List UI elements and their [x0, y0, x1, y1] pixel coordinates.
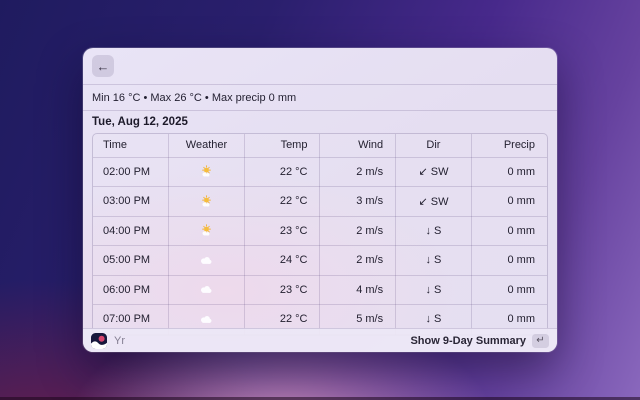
precip-cell: 0 mm: [471, 246, 547, 276]
app-name: Yr: [114, 335, 125, 347]
table-row: 03:00 PM: [93, 187, 547, 217]
date-section-header: Tue, Aug 12, 2025: [83, 111, 557, 133]
wind-cell: 3 m/s: [320, 187, 396, 217]
header-temp: Temp: [244, 134, 320, 157]
time-cell: 05:00 PM: [93, 246, 169, 276]
header-precip: Precip: [471, 134, 547, 157]
header-wind: Wind: [320, 134, 396, 157]
table-row: 04:00 PM: [93, 216, 547, 246]
wind-cell: 2 m/s: [320, 216, 396, 246]
temp-cell: 22 °C: [244, 187, 320, 217]
table-row: 02:00 PM: [93, 157, 547, 187]
dir-cell: ↓ S: [396, 246, 472, 276]
nav-bar: ←: [83, 48, 557, 84]
temp-cell: 22 °C: [244, 157, 320, 187]
wind-cell: 2 m/s: [320, 157, 396, 187]
precip-cell: 0 mm: [471, 187, 547, 217]
app-identity: Yr: [91, 333, 125, 349]
header-weather: Weather: [169, 134, 245, 157]
weather-cell: [169, 216, 245, 246]
show-9-day-summary-button[interactable]: Show 9-Day Summary ↵: [410, 334, 549, 348]
summary-bar: Min 16 °C • Max 26 °C • Max precip 0 mm: [83, 85, 557, 110]
table-row: 06:00 PM 23 °C 4 m/s ↓ S 0 mm: [93, 275, 547, 305]
header-dir: Dir: [396, 134, 472, 157]
action-label: Show 9-Day Summary: [410, 335, 526, 347]
time-cell: 03:00 PM: [93, 187, 169, 217]
weather-cell: [169, 187, 245, 217]
temp-cell: 23 °C: [244, 275, 320, 305]
precip-cell: 0 mm: [471, 275, 547, 305]
cloud-icon: [199, 315, 213, 324]
time-cell: 02:00 PM: [93, 157, 169, 187]
sun-behind-cloud-icon: [199, 165, 214, 178]
date-text: Tue, Aug 12, 2025: [92, 116, 188, 128]
table-header-row: Time Weather Temp Wind Dir Precip: [93, 134, 547, 157]
hourly-forecast-table: Time Weather Temp Wind Dir Precip 02:00 …: [92, 133, 548, 336]
table-row: 05:00 PM 24 °C 2 m/s ↓ S 0 mm: [93, 246, 547, 276]
time-cell: 06:00 PM: [93, 275, 169, 305]
dir-cell: ↙ SW: [396, 157, 472, 187]
weather-cell: [169, 246, 245, 276]
cloud-icon: [199, 285, 213, 294]
action-bar: Yr Show 9-Day Summary ↵: [83, 328, 557, 352]
return-key-icon: ↵: [532, 334, 549, 348]
weather-forecast-window: ← Min 16 °C • Max 26 °C • Max precip 0 m…: [83, 48, 557, 352]
sun-behind-cloud-icon: [199, 195, 214, 208]
time-cell: 04:00 PM: [93, 216, 169, 246]
precip-cell: 0 mm: [471, 216, 547, 246]
summary-text: Min 16 °C • Max 26 °C • Max precip 0 mm: [92, 92, 296, 104]
precip-cell: 0 mm: [471, 157, 547, 187]
dir-cell: ↓ S: [396, 275, 472, 305]
dir-cell: ↓ S: [396, 216, 472, 246]
yr-logo-icon: [91, 333, 107, 349]
cloud-icon: [199, 256, 213, 265]
sun-behind-cloud-icon: [199, 224, 214, 237]
temp-cell: 23 °C: [244, 216, 320, 246]
weather-cell: [169, 157, 245, 187]
weather-cell: [169, 275, 245, 305]
wind-cell: 2 m/s: [320, 246, 396, 276]
dir-cell: ↙ SW: [396, 187, 472, 217]
back-arrow-icon: ←: [97, 59, 110, 74]
temp-cell: 24 °C: [244, 246, 320, 276]
back-button[interactable]: ←: [92, 55, 114, 77]
wind-cell: 4 m/s: [320, 275, 396, 305]
header-time: Time: [93, 134, 169, 157]
